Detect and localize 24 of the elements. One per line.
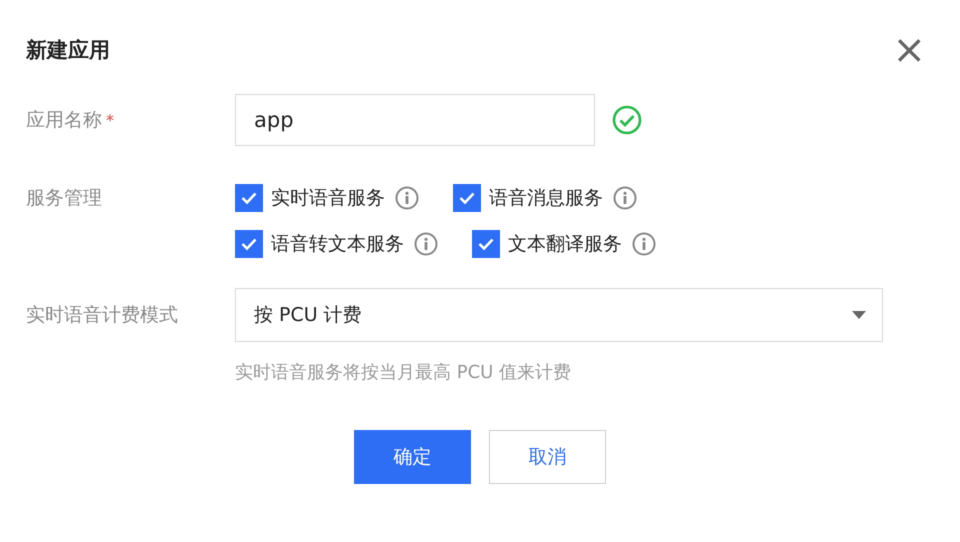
info-icon[interactable] (632, 232, 656, 256)
confirm-button[interactable]: 确定 (354, 430, 471, 484)
checkbox-label: 文本翻译服务 (508, 232, 622, 257)
checkbox-label: 语音消息服务 (489, 186, 603, 211)
dialog-title: 新建应用 (26, 37, 110, 64)
info-icon[interactable] (414, 232, 438, 256)
required-mark: * (106, 110, 114, 130)
info-icon[interactable] (613, 186, 637, 210)
field-label: 实时语音计费模式 (26, 303, 178, 328)
checkbox[interactable] (472, 230, 500, 258)
field-label: 服务管理 (26, 186, 102, 211)
checkbox[interactable] (235, 230, 263, 258)
cancel-button[interactable]: 取消 (489, 430, 606, 484)
hint-text: 实时语音服务将按当月最高 PCU 值来计费 (235, 361, 572, 384)
info-icon[interactable] (395, 186, 419, 210)
close-button[interactable]: × (886, 32, 932, 68)
checkbox-label: 语音转文本服务 (271, 232, 404, 257)
input-field[interactable]: app (235, 94, 595, 146)
checkbox[interactable] (235, 184, 263, 212)
checkbox[interactable] (453, 184, 481, 212)
select-field[interactable]: 按 PCU 计费 (235, 288, 883, 342)
caret-icon (852, 311, 866, 319)
field-label: 应用名称 (26, 108, 102, 133)
checkbox-label: 实时语音服务 (271, 186, 385, 211)
